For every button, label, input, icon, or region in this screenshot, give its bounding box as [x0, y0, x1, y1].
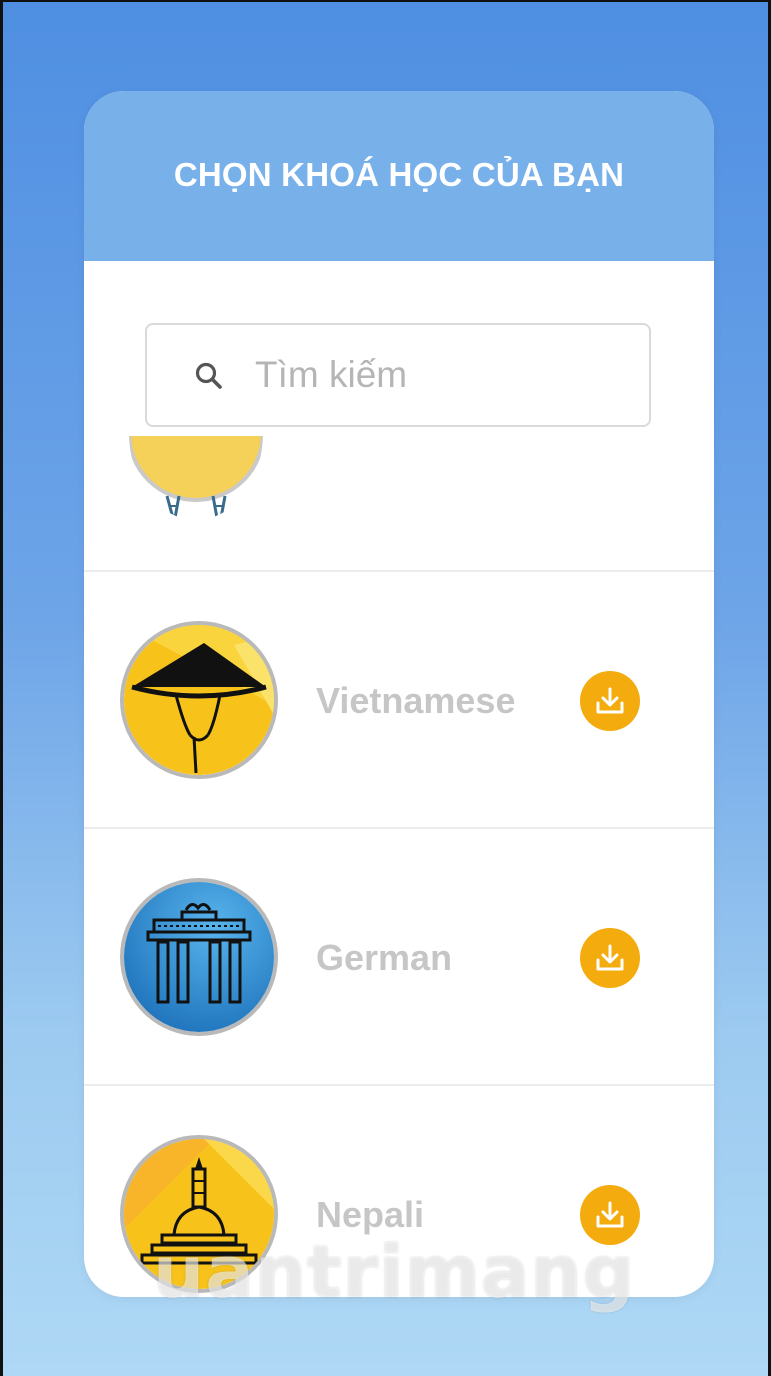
download-icon: [596, 687, 624, 714]
download-button[interactable]: [580, 928, 640, 988]
search-icon: [194, 361, 224, 391]
course-name: Vietnamese: [316, 680, 516, 721]
course-picker-card: CHỌN KHOÁ HỌC CỦA BẠN Tìm kiếm Vietnames…: [84, 91, 714, 1297]
course-list[interactable]: Vietnamese German Nepali: [84, 436, 714, 1297]
download-button[interactable]: [580, 671, 640, 731]
list-item[interactable]: Vietnamese: [84, 572, 714, 829]
list-item[interactable]: German: [84, 829, 714, 1086]
card-header: CHỌN KHOÁ HỌC CỦA BẠN: [84, 91, 714, 261]
search-box[interactable]: [145, 323, 651, 427]
watermark: uantrimang: [153, 1230, 636, 1314]
page-title: CHỌN KHOÁ HỌC CỦA BẠN: [173, 156, 625, 193]
course-badge: [129, 436, 263, 520]
list-item[interactable]: [84, 436, 714, 572]
brandenburg-gate-icon: [120, 878, 278, 1036]
download-icon: [596, 944, 624, 971]
download-icon: [596, 1201, 624, 1228]
course-name: German: [316, 937, 453, 978]
app-screen: CHỌN KHOÁ HỌC CỦA BẠN Tìm kiếm Vietnames…: [0, 0, 771, 1376]
conical-hat-icon: [120, 621, 278, 779]
search-input[interactable]: [255, 349, 635, 401]
